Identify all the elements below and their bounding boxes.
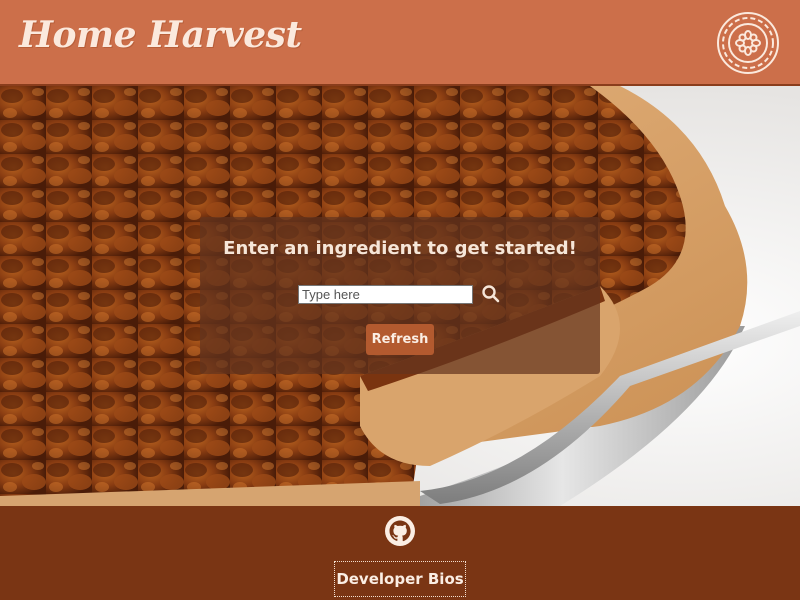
search-icon bbox=[482, 285, 500, 303]
search-prompt-heading: Enter an ingredient to get started! bbox=[223, 238, 577, 259]
brand-title[interactable]: Home Harvest bbox=[19, 14, 302, 56]
ingredient-search-input[interactable] bbox=[298, 285, 473, 304]
site-header: Home Harvest bbox=[0, 0, 800, 86]
developer-bios-button[interactable]: Developer Bios bbox=[334, 561, 466, 597]
search-button[interactable] bbox=[480, 283, 502, 305]
github-icon[interactable] bbox=[384, 515, 416, 547]
flower-badge-icon[interactable] bbox=[716, 11, 780, 75]
refresh-button[interactable]: Refresh bbox=[366, 324, 434, 355]
search-panel: Enter an ingredient to get started! Refr… bbox=[200, 217, 600, 374]
